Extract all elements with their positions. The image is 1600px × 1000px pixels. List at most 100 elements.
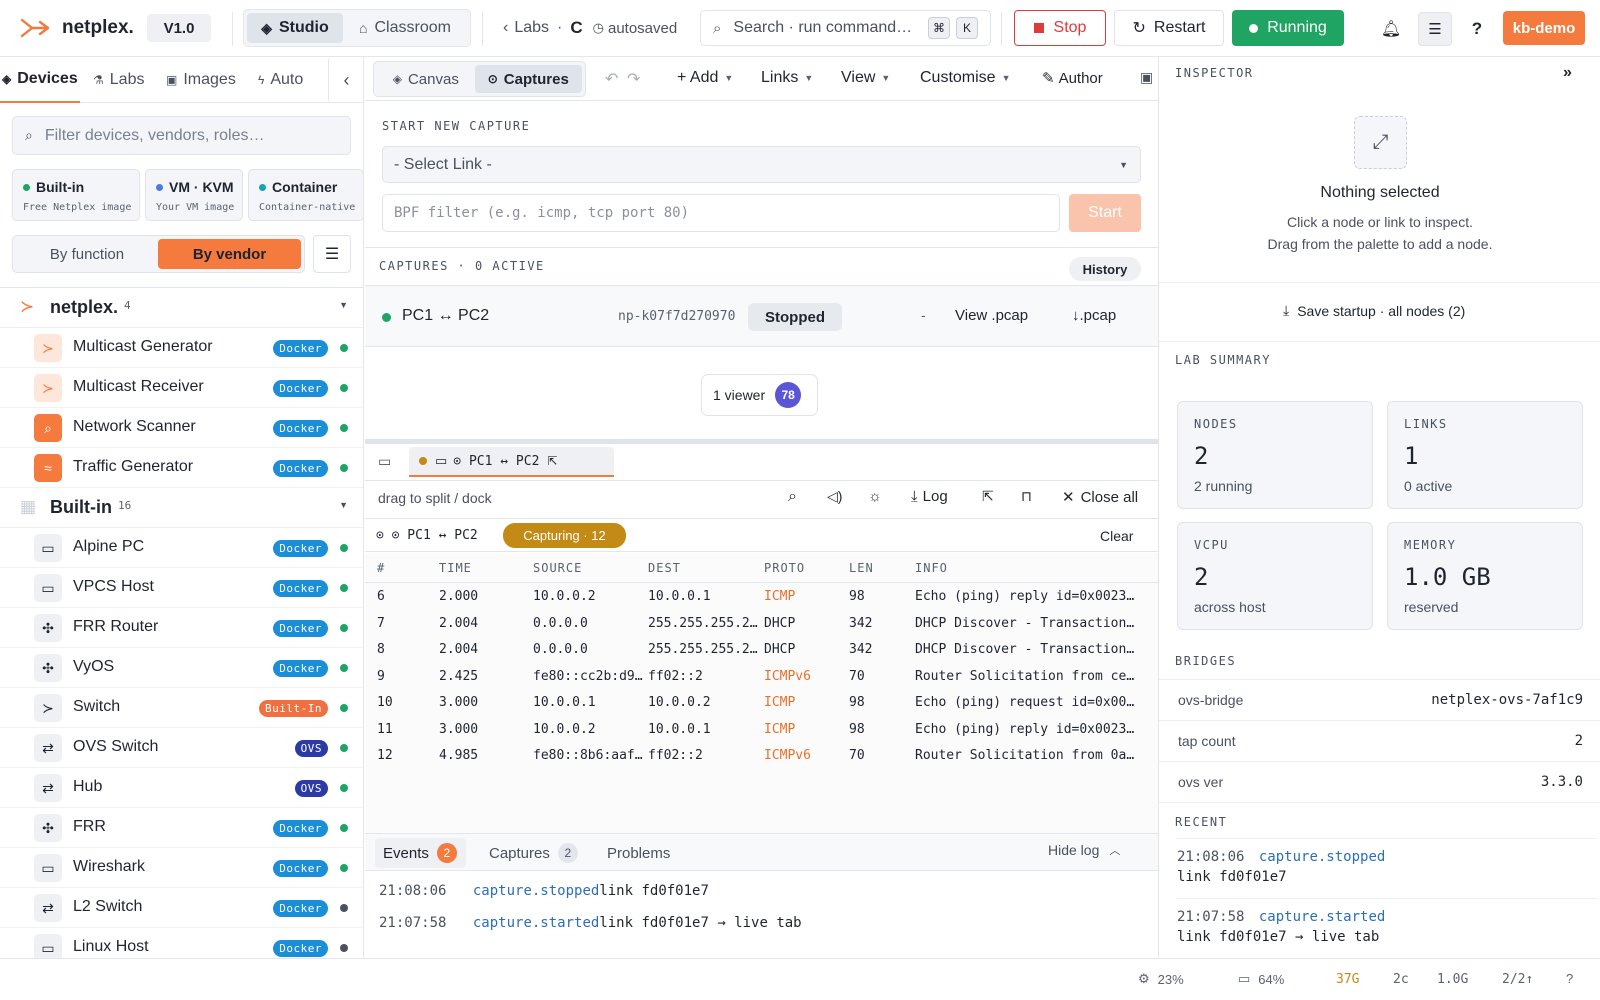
mode-classroom[interactable]: ⌂ Classroom: [343, 13, 467, 43]
stop-button[interactable]: Stop: [1014, 10, 1106, 46]
bpf-filter-input[interactable]: BPF filter (e.g. icmp, tcp port 80): [382, 194, 1060, 232]
user-badge[interactable]: kb-demo: [1503, 11, 1585, 45]
tab-images[interactable]: ▣ Images: [166, 57, 236, 103]
undo-icon[interactable]: ↶: [605, 69, 618, 89]
packet-row[interactable]: 12 4.985 fe80::8b6:aaf… ff02::2 ICMPv6 70 Rout…: [365, 743, 1158, 769]
device-item[interactable]: ≻ Switch Built-In: [0, 688, 363, 728]
vendor-group-1[interactable]: ▦ Built-in 16 ▼: [0, 488, 363, 528]
view-menu[interactable]: View ▼: [841, 69, 890, 87]
version-badge[interactable]: V1.0: [147, 14, 211, 42]
start-capture-button[interactable]: Start: [1069, 194, 1141, 232]
packet-row[interactable]: 6 2.000 10.0.0.2 10.0.0.1 ICMP 98 Echo (ping) …: [365, 584, 1158, 610]
log-tab-problems[interactable]: Problems: [607, 838, 670, 868]
capture-row[interactable]: PC1 ↔ PC2 np-k07f7d270970 Stopped - View…: [365, 285, 1158, 347]
collapse-sidebar-icon[interactable]: ‹: [328, 57, 363, 103]
log-button[interactable]: ⤓ Log: [911, 488, 948, 505]
device-type-badge: Docker: [273, 540, 328, 557]
viewer-pill[interactable]: 1 viewer 78: [701, 374, 818, 416]
download-pcap-link[interactable]: ↓.pcap: [1072, 307, 1116, 324]
device-item[interactable]: ✣ FRR Router Docker: [0, 608, 363, 648]
device-item[interactable]: ▭ Wireshark Docker: [0, 848, 363, 888]
mode-studio[interactable]: ◈ Studio: [247, 13, 343, 43]
device-item[interactable]: ✣ FRR Docker: [0, 808, 363, 848]
bell-icon[interactable]: 🔔︎: [1376, 14, 1406, 44]
graduation-cap-icon: ⌂: [359, 20, 368, 36]
breadcrumb-labs[interactable]: Labs: [514, 19, 549, 37]
links-menu[interactable]: Links ▼: [761, 69, 813, 87]
group-by-function[interactable]: By function: [16, 239, 158, 269]
tab-labs[interactable]: ⚗ Labs: [93, 57, 144, 103]
device-filter-input[interactable]: ⌕ Filter devices, vendors, roles…: [12, 116, 351, 155]
device-item[interactable]: ≻ Multicast Generator Docker: [0, 328, 363, 368]
vendor-group-count: 16: [118, 499, 132, 512]
terminal-tab-pc1-pc2[interactable]: ▭ ⊙ PC1 ↔ PC2 ⇱: [409, 447, 614, 477]
hide-log-button[interactable]: Hide log ︿: [1048, 842, 1120, 858]
link-select[interactable]: - Select Link - ▼: [382, 146, 1141, 183]
history-button[interactable]: History: [1069, 257, 1141, 281]
vendor-group-count: 4: [124, 299, 131, 312]
tab-captures[interactable]: ⊙ Captures: [474, 65, 582, 93]
packet-row[interactable]: 7 2.004 0.0.0.0 255.255.255.2… DHCP 342 DHCP D…: [365, 611, 1158, 637]
packet-row[interactable]: 9 2.425 fe80::cc2b:d9… ff02::2 ICMPv6 70 Route…: [365, 664, 1158, 690]
redo-icon[interactable]: ↷: [627, 69, 640, 89]
collapse-inspector-icon[interactable]: »: [1563, 64, 1572, 82]
external-link-icon[interactable]: ⇱: [547, 454, 557, 468]
search-icon[interactable]: ⌕: [788, 488, 797, 506]
mode-switcher: ◈ Studio ⌂ Classroom: [243, 9, 471, 47]
device-item[interactable]: ≻ Multicast Receiver Docker: [0, 368, 363, 408]
save-startup-button[interactable]: ⤓ Save startup · all nodes (2): [1283, 302, 1465, 319]
restart-button[interactable]: ↻ Restart: [1114, 10, 1224, 46]
add-menu[interactable]: + Add ▼: [677, 69, 733, 87]
chevron-left-icon[interactable]: ‹: [503, 19, 508, 37]
packet-row[interactable]: 10 3.000 10.0.0.1 10.0.0.2 ICMP 98 Echo (ping)…: [365, 690, 1158, 716]
lock-icon[interactable]: ⊓: [1021, 488, 1032, 505]
status-dot: [340, 424, 348, 432]
tab-auto[interactable]: ϟ Auto: [258, 57, 303, 103]
author-button[interactable]: ✎ Author: [1042, 69, 1103, 88]
packet-row[interactable]: 8 2.004 0.0.0.0 255.255.255.2… DHCP 342 DHCP D…: [365, 637, 1158, 663]
breadcrumb-lab[interactable]: C: [570, 18, 582, 38]
packet-row[interactable]: 11 3.000 10.0.0.2 10.0.0.1 ICMP 98 Echo (ping)…: [365, 717, 1158, 743]
device-list: ≻ netplex. 4 ▼ ≻ Multicast Generator Docker ≻ Mu…: [0, 287, 363, 958]
inspector-panel: INSPECTOR » ⤢ Nothing selected Click a n…: [1158, 57, 1600, 958]
tab-canvas[interactable]: ◈ Canvas: [377, 65, 475, 93]
status-help-icon[interactable]: ?: [1566, 971, 1573, 986]
popout-icon[interactable]: ⇱: [982, 488, 994, 505]
source-container[interactable]: Container Container-native: [248, 169, 363, 221]
device-item[interactable]: ▭ Alpine PC Docker: [0, 528, 363, 568]
clear-button[interactable]: Clear: [1100, 528, 1133, 544]
terminal-icon[interactable]: ▭: [378, 453, 391, 470]
close-all-button[interactable]: ✕ Close all: [1062, 488, 1138, 507]
device-item[interactable]: ≈ Traffic Generator Docker: [0, 448, 363, 488]
cpu-usage: ⚙ 23%: [1138, 971, 1184, 987]
running-button[interactable]: Running: [1232, 10, 1344, 46]
customise-menu[interactable]: Customise ▼: [920, 69, 1011, 87]
stop-icon: [1033, 23, 1044, 33]
event-log: 21:08:06 capture.stoppedlink fd0f01e7 21…: [379, 883, 1149, 947]
help-icon[interactable]: ?: [1462, 14, 1492, 44]
panel-icon[interactable]: ▣: [1140, 69, 1153, 86]
log-tab-captures[interactable]: Captures 2: [489, 838, 578, 868]
list-options-icon[interactable]: ☰: [313, 235, 351, 273]
device-item[interactable]: ⇄ OVS Switch OVS: [0, 728, 363, 768]
theme-icon[interactable]: ☼: [868, 488, 882, 505]
view-pcap-link[interactable]: View .pcap: [955, 307, 1028, 324]
group-by-vendor[interactable]: By vendor: [158, 239, 301, 269]
source-builtin[interactable]: Built-in Free Netplex image: [12, 169, 140, 221]
device-item[interactable]: ⇄ L2 Switch Docker: [0, 888, 363, 928]
device-item[interactable]: ⌕ Network Scanner Docker: [0, 408, 363, 448]
vendor-group-0[interactable]: ≻ netplex. 4 ▼: [0, 288, 363, 328]
device-item[interactable]: ⇄ Hub OVS: [0, 768, 363, 808]
packet-cell: DHCP Discover - Transaction…: [915, 642, 1135, 657]
logo[interactable]: netplex.: [20, 14, 134, 42]
source-vm[interactable]: VM · KVM Your VM image: [145, 169, 243, 221]
device-item[interactable]: ✣ VyOS Docker: [0, 648, 363, 688]
sliders-icon[interactable]: ☰: [1418, 12, 1452, 46]
sound-icon[interactable]: ◁): [827, 488, 842, 505]
log-tab-events[interactable]: Events 2: [375, 838, 466, 868]
device-item[interactable]: ▭ Linux Host Docker: [0, 928, 363, 958]
kbd-k: K: [956, 17, 978, 39]
command-search[interactable]: ⌕ Search · run command… ⌘ K: [700, 10, 991, 46]
tab-devices[interactable]: ◈ Devices: [0, 57, 80, 103]
device-item[interactable]: ▭ VPCS Host Docker: [0, 568, 363, 608]
